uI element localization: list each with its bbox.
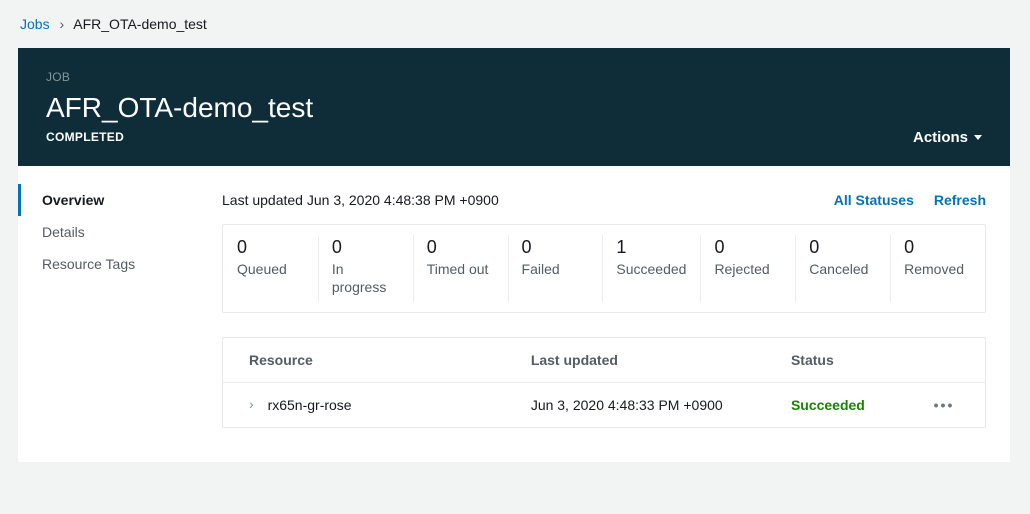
stat-failed[interactable]: 0 Failed: [508, 225, 603, 312]
breadcrumb-root-link[interactable]: Jobs: [20, 16, 50, 32]
actions-dropdown[interactable]: Actions: [913, 129, 982, 146]
cell-actions: •••: [921, 397, 967, 413]
active-indicator: [18, 184, 21, 216]
content-panel: Overview Details Resource Tags Last upda…: [18, 166, 1010, 462]
stat-timed-out[interactable]: 0 Timed out: [413, 225, 508, 312]
stat-rejected[interactable]: 0 Rejected: [700, 225, 795, 312]
hero-eyebrow: JOB: [46, 70, 982, 84]
sidenav-item-resource-tags[interactable]: Resource Tags: [18, 248, 198, 280]
stat-removed[interactable]: 0 Removed: [890, 225, 985, 312]
table-header-row: Resource Last updated Status: [223, 338, 985, 383]
sidenav-item-details[interactable]: Details: [18, 216, 198, 248]
table-row[interactable]: › rx65n-gr-rose Jun 3, 2020 4:48:33 PM +…: [223, 383, 985, 427]
breadcrumb: Jobs › AFR_OTA-demo_test: [18, 10, 1010, 48]
stat-canceled[interactable]: 0 Canceled: [795, 225, 890, 312]
page-title: AFR_OTA-demo_test: [46, 92, 982, 124]
page-container: Jobs › AFR_OTA-demo_test JOB AFR_OTA-dem…: [0, 0, 1030, 492]
refresh-link[interactable]: Refresh: [934, 192, 986, 208]
all-statuses-link[interactable]: All Statuses: [834, 192, 914, 208]
breadcrumb-separator-icon: ›: [59, 16, 64, 32]
main-content: Last updated Jun 3, 2020 4:48:38 PM +090…: [198, 166, 1010, 462]
status-counters: 0 Queued 0 In progress 0 Timed out 0 Fai…: [222, 224, 986, 313]
side-nav: Overview Details Resource Tags: [18, 166, 198, 462]
breadcrumb-current: AFR_OTA-demo_test: [73, 16, 207, 32]
actions-label: Actions: [913, 129, 968, 146]
sidenav-item-overview[interactable]: Overview: [18, 184, 198, 216]
job-hero: JOB AFR_OTA-demo_test COMPLETED Actions: [18, 48, 1010, 166]
cell-status: Succeeded: [791, 397, 921, 413]
job-status-badge: COMPLETED: [46, 130, 982, 144]
resources-table: Resource Last updated Status › rx65n-gr-…: [222, 337, 986, 428]
chevron-right-icon[interactable]: ›: [249, 396, 254, 412]
sidenav-item-label: Resource Tags: [42, 256, 135, 272]
stat-succeeded[interactable]: 1 Succeeded: [602, 225, 700, 312]
cell-resource: › rx65n-gr-rose: [241, 397, 531, 413]
row-actions-menu-icon[interactable]: •••: [934, 397, 955, 413]
col-header-updated: Last updated: [531, 352, 791, 368]
last-updated: Last updated Jun 3, 2020 4:48:38 PM +090…: [222, 192, 814, 208]
col-header-resource: Resource: [241, 352, 531, 368]
col-header-status: Status: [791, 352, 921, 368]
stat-queued[interactable]: 0 Queued: [223, 225, 318, 312]
sidenav-item-label: Details: [42, 224, 85, 240]
chevron-down-icon: [974, 135, 982, 140]
sidenav-item-label: Overview: [42, 192, 104, 208]
stat-in-progress[interactable]: 0 In progress: [318, 225, 413, 312]
overview-header: Last updated Jun 3, 2020 4:48:38 PM +090…: [222, 192, 986, 208]
cell-updated: Jun 3, 2020 4:48:33 PM +0900: [531, 397, 791, 413]
